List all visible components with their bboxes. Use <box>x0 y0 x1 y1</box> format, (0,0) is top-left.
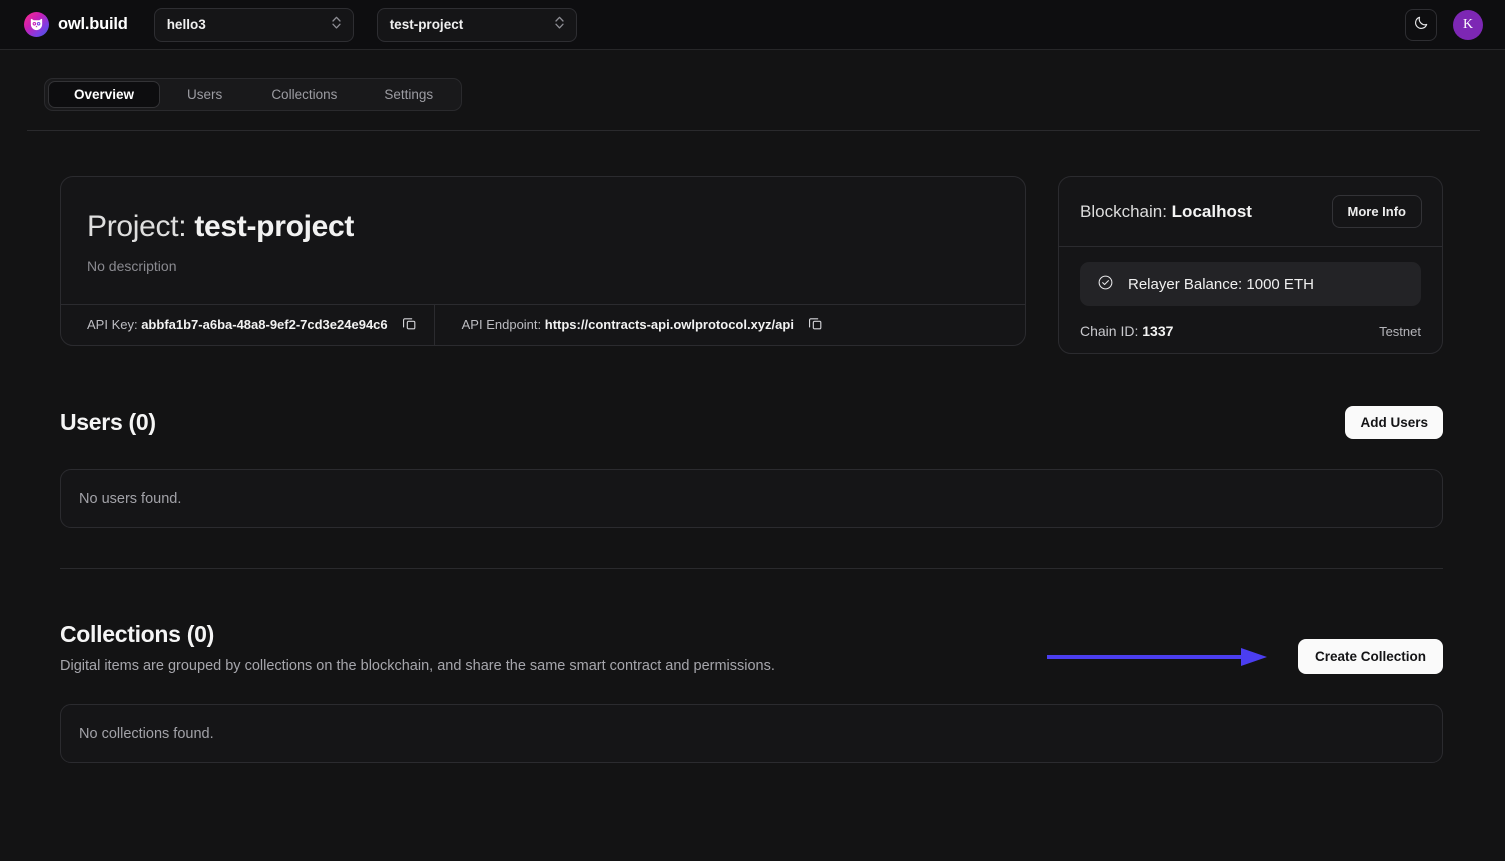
create-collection-button[interactable]: Create Collection <box>1298 639 1443 674</box>
blockchain-meta: Chain ID: 1337 Testnet <box>1080 323 1421 339</box>
api-key-value: abbfa1b7-a6ba-48a8-9ef2-7cd3e24e94c6 <box>141 317 387 332</box>
blockchain-card-body: Relayer Balance: 1000 ETH Chain ID: 1337… <box>1059 247 1442 353</box>
copy-api-key-button[interactable] <box>402 316 417 334</box>
collections-empty-state: No collections found. <box>60 704 1443 763</box>
project-description: No description <box>87 258 1025 274</box>
project-select-value: test-project <box>390 17 464 32</box>
add-users-button[interactable]: Add Users <box>1345 406 1443 439</box>
collections-section: Collections (0) Digital items are groupe… <box>60 621 1443 763</box>
chevron-updown-icon <box>554 15 565 35</box>
tab-overview[interactable]: Overview <box>48 81 160 108</box>
api-key-label: API Key: <box>87 317 141 332</box>
blockchain-card-header: Blockchain: Localhost More Info <box>1059 177 1442 247</box>
copy-icon <box>808 316 823 334</box>
avatar-initial: K <box>1463 17 1473 33</box>
api-key-text: API Key: abbfa1b7-a6ba-48a8-9ef2-7cd3e24… <box>87 317 388 332</box>
api-endpoint-text: API Endpoint: https://contracts-api.owlp… <box>462 317 794 332</box>
blockchain-title-prefix: Blockchain: <box>1080 202 1172 221</box>
tab-users[interactable]: Users <box>160 81 249 108</box>
summary-row: Project: test-project No description API… <box>60 176 1443 354</box>
check-circle-icon <box>1097 274 1114 295</box>
chevron-updown-icon <box>331 15 342 35</box>
collections-heading-group: Collections (0) Digital items are groupe… <box>60 621 775 674</box>
collections-section-header: Collections (0) Digital items are groupe… <box>60 621 1443 674</box>
collections-section-title: Collections (0) <box>60 621 775 648</box>
project-select[interactable]: test-project <box>377 8 577 42</box>
users-empty-state: No users found. <box>60 469 1443 528</box>
collections-section-subtitle: Digital items are grouped by collections… <box>60 658 775 674</box>
project-title-name: test-project <box>194 210 354 243</box>
api-endpoint-value: https://contracts-api.owlprotocol.xyz/ap… <box>545 317 794 332</box>
blockchain-title-name: Localhost <box>1172 202 1252 221</box>
project-title-prefix: Project: <box>87 210 194 243</box>
organization-select[interactable]: hello3 <box>154 8 354 42</box>
header-actions: K <box>1405 9 1483 41</box>
brand: owl.build <box>24 12 128 37</box>
main-content: Project: test-project No description API… <box>0 131 1505 763</box>
chain-id: Chain ID: 1337 <box>1080 323 1173 339</box>
tabbar: Overview Users Collections Settings <box>44 78 462 111</box>
page-title: Project: test-project <box>87 210 1025 245</box>
project-card-footer: API Key: abbfa1b7-a6ba-48a8-9ef2-7cd3e24… <box>61 304 1025 345</box>
owl-logo-icon <box>24 12 49 37</box>
app-header: owl.build hello3 test-project <box>0 0 1505 50</box>
tab-settings[interactable]: Settings <box>359 81 458 108</box>
users-section-header: Users (0) Add Users <box>60 406 1443 439</box>
avatar[interactable]: K <box>1453 10 1483 40</box>
copy-api-endpoint-button[interactable] <box>808 316 823 334</box>
network-type-badge: Testnet <box>1379 324 1421 339</box>
more-info-button[interactable]: More Info <box>1332 195 1423 228</box>
project-card: Project: test-project No description API… <box>60 176 1026 346</box>
api-endpoint-cell: API Endpoint: https://contracts-api.owlp… <box>434 305 840 345</box>
blockchain-card: Blockchain: Localhost More Info Relayer … <box>1058 176 1443 354</box>
theme-toggle-button[interactable] <box>1405 9 1437 41</box>
api-key-cell: API Key: abbfa1b7-a6ba-48a8-9ef2-7cd3e24… <box>61 305 434 345</box>
users-section-title: Users (0) <box>60 409 156 436</box>
moon-icon <box>1413 15 1429 34</box>
project-card-body: Project: test-project No description <box>61 177 1025 304</box>
tab-collections[interactable]: Collections <box>249 81 359 108</box>
chain-id-label: Chain ID: <box>1080 323 1142 339</box>
relayer-balance-text: Relayer Balance: 1000 ETH <box>1128 276 1314 293</box>
chain-id-value: 1337 <box>1142 323 1173 339</box>
relayer-balance-row: Relayer Balance: 1000 ETH <box>1080 262 1421 306</box>
blockchain-title: Blockchain: Localhost <box>1080 202 1252 222</box>
brand-name: owl.build <box>58 15 128 34</box>
section-divider <box>60 568 1443 569</box>
collections-actions: Create Collection <box>1047 621 1443 674</box>
tabbar-wrapper: Overview Users Collections Settings <box>0 50 1505 111</box>
api-endpoint-label: API Endpoint: <box>462 317 545 332</box>
organization-select-value: hello3 <box>167 17 206 32</box>
users-section: Users (0) Add Users No users found. <box>60 406 1443 528</box>
arrow-right-annotation <box>1047 646 1269 668</box>
copy-icon <box>402 316 417 334</box>
